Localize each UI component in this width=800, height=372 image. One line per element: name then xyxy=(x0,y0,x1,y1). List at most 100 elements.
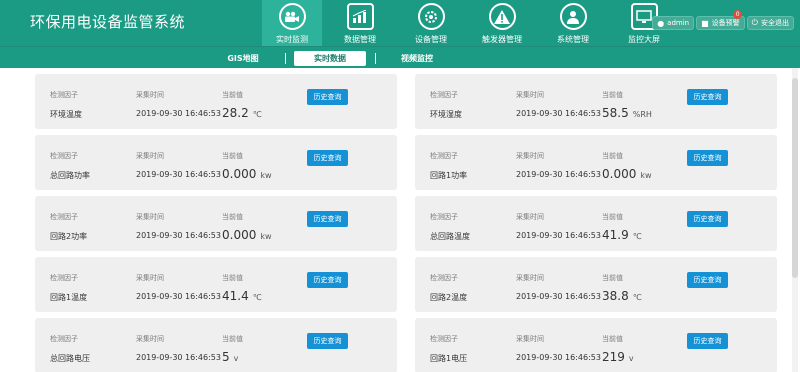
current-value: 41.4 ℃ xyxy=(222,289,262,303)
factor-name: 总回路电压 xyxy=(50,354,90,363)
factor-label: 检测因子 xyxy=(50,91,78,99)
nav-item-realtime[interactable]: 实时监测 xyxy=(262,0,322,46)
history-query-button[interactable]: 历史查询 xyxy=(307,211,348,227)
nav-label: 触发器管理 xyxy=(482,35,522,44)
app-title: 环保用电设备监管系统 xyxy=(30,13,186,31)
factor-label: 检测因子 xyxy=(50,335,78,343)
value-label: 当前值 xyxy=(222,152,243,160)
alarm-button[interactable]: ■ 设备预警 0 xyxy=(696,10,745,30)
tab-realtime-data[interactable]: 实时数据 xyxy=(294,51,366,66)
current-value: 58.5 %RH xyxy=(602,106,652,120)
value-label: 当前值 xyxy=(602,274,623,282)
history-query-button[interactable]: 历史查询 xyxy=(307,333,348,349)
collect-time: 2019-09-30 16:46:53 xyxy=(136,109,221,118)
value-label: 当前值 xyxy=(222,335,243,343)
user-menu[interactable]: ● admin xyxy=(652,16,695,30)
factor-name: 总回路功率 xyxy=(50,171,90,180)
current-value: 5v xyxy=(222,350,239,364)
nav-item-system[interactable]: 系统管理 xyxy=(540,0,606,46)
nav-label: 设备管理 xyxy=(415,35,447,44)
history-query-button[interactable]: 历史查询 xyxy=(307,272,348,288)
history-query-button[interactable]: 历史查询 xyxy=(687,211,728,227)
factor-label: 检测因子 xyxy=(430,152,458,160)
collect-time: 2019-09-30 16:46:53 xyxy=(516,231,601,240)
factor-name: 回路1电压 xyxy=(430,354,468,363)
nav-item-trigger[interactable]: 触发器管理 xyxy=(464,0,540,46)
bar-chart-icon xyxy=(346,3,374,30)
time-label: 采集时间 xyxy=(516,274,544,282)
collect-time: 2019-09-30 16:46:53 xyxy=(516,292,601,301)
divider xyxy=(375,53,376,64)
time-label: 采集时间 xyxy=(516,213,544,221)
user-area: ● admin ■ 设备预警 0 ⏻ 安全退出 xyxy=(650,10,794,30)
factor-name: 总回路温度 xyxy=(430,232,470,241)
collect-time: 2019-09-30 16:46:53 xyxy=(136,292,221,301)
value-label: 当前值 xyxy=(602,213,623,221)
history-query-button[interactable]: 历史查询 xyxy=(687,272,728,288)
data-card: 检测因子 采集时间 当前值 回路2功率 2019-09-30 16:46:53 … xyxy=(35,196,397,251)
user-icon: ● xyxy=(657,18,665,28)
data-card: 检测因子 采集时间 当前值 环境温度 2019-09-30 16:46:53 2… xyxy=(35,74,397,129)
factor-name: 环境温度 xyxy=(50,110,82,119)
data-card: 检测因子 采集时间 当前值 回路1功率 2019-09-30 16:46:53 … xyxy=(415,135,777,190)
time-label: 采集时间 xyxy=(136,335,164,343)
history-query-button[interactable]: 历史查询 xyxy=(307,89,348,105)
factor-label: 检测因子 xyxy=(430,274,458,282)
time-label: 采集时间 xyxy=(136,213,164,221)
time-label: 采集时间 xyxy=(136,91,164,99)
value-label: 当前值 xyxy=(222,274,243,282)
history-query-button[interactable]: 历史查询 xyxy=(687,150,728,166)
factor-name: 回路2温度 xyxy=(430,293,468,302)
user-name: admin xyxy=(667,19,690,27)
nav-label: 数据管理 xyxy=(344,35,376,44)
data-card: 检测因子 采集时间 当前值 总回路温度 2019-09-30 16:46:53 … xyxy=(415,196,777,251)
nav-label: 实时监测 xyxy=(276,35,308,44)
collect-time: 2019-09-30 16:46:53 xyxy=(136,170,221,179)
collect-time: 2019-09-30 16:46:53 xyxy=(136,231,221,240)
collect-time: 2019-09-30 16:46:53 xyxy=(516,109,601,118)
value-label: 当前值 xyxy=(602,152,623,160)
current-value: 38.8 ℃ xyxy=(602,289,642,303)
main-nav: 实时监测 数据管理 设备管理 触发器管理 系统管理 监控大屏 xyxy=(262,0,682,46)
sub-nav: GIS地图 实时数据 视频监控 xyxy=(0,46,800,68)
collect-time: 2019-09-30 16:46:53 xyxy=(136,353,221,362)
current-value: 0.000 kw xyxy=(222,167,272,181)
factor-label: 检测因子 xyxy=(430,335,458,343)
data-card: 检测因子 采集时间 当前值 回路1温度 2019-09-30 16:46:53 … xyxy=(35,257,397,312)
data-card: 检测因子 采集时间 当前值 总回路功率 2019-09-30 16:46:53 … xyxy=(35,135,397,190)
nav-label: 监控大屏 xyxy=(628,35,660,44)
divider xyxy=(285,53,286,64)
data-card: 检测因子 采集时间 当前值 回路1电压 2019-09-30 16:46:53 … xyxy=(415,318,777,372)
alarm-count-badge: 0 xyxy=(733,10,743,19)
time-label: 采集时间 xyxy=(136,152,164,160)
scrollbar-thumb[interactable] xyxy=(792,78,798,278)
alarm-label: 设备预警 xyxy=(711,19,740,27)
logout-label: 安全退出 xyxy=(761,19,789,27)
current-value: 28.2 ℃ xyxy=(222,106,262,120)
time-label: 采集时间 xyxy=(516,335,544,343)
history-query-button[interactable]: 历史查询 xyxy=(307,150,348,166)
history-query-button[interactable]: 历史查询 xyxy=(687,333,728,349)
logout-button[interactable]: ⏻ 安全退出 xyxy=(746,16,794,30)
scrollbar[interactable] xyxy=(792,68,798,372)
warning-icon xyxy=(488,3,516,30)
factor-label: 检测因子 xyxy=(50,213,78,221)
current-value: 41.9 ℃ xyxy=(602,228,642,242)
app-header: 环保用电设备监管系统 实时监测 数据管理 设备管理 触发器管理 系统管理 监控大… xyxy=(0,0,800,46)
tab-video-monitor[interactable]: 视频监控 xyxy=(392,51,442,66)
history-query-button[interactable]: 历史查询 xyxy=(687,89,728,105)
factor-name: 回路2功率 xyxy=(50,232,88,241)
nav-item-data[interactable]: 数据管理 xyxy=(322,0,398,46)
nav-item-device[interactable]: 设备管理 xyxy=(398,0,464,46)
tab-gis-map[interactable]: GIS地图 xyxy=(218,51,268,66)
time-label: 采集时间 xyxy=(136,274,164,282)
lock-icon: ■ xyxy=(701,18,709,28)
current-value: 0.000 kw xyxy=(602,167,652,181)
realtime-data-panel: 检测因子 采集时间 当前值 环境温度 2019-09-30 16:46:53 2… xyxy=(0,68,800,372)
value-label: 当前值 xyxy=(602,335,623,343)
user-icon xyxy=(559,3,587,30)
factor-label: 检测因子 xyxy=(50,152,78,160)
factor-label: 检测因子 xyxy=(50,274,78,282)
time-label: 采集时间 xyxy=(516,152,544,160)
current-value: 0.000 kw xyxy=(222,228,272,242)
